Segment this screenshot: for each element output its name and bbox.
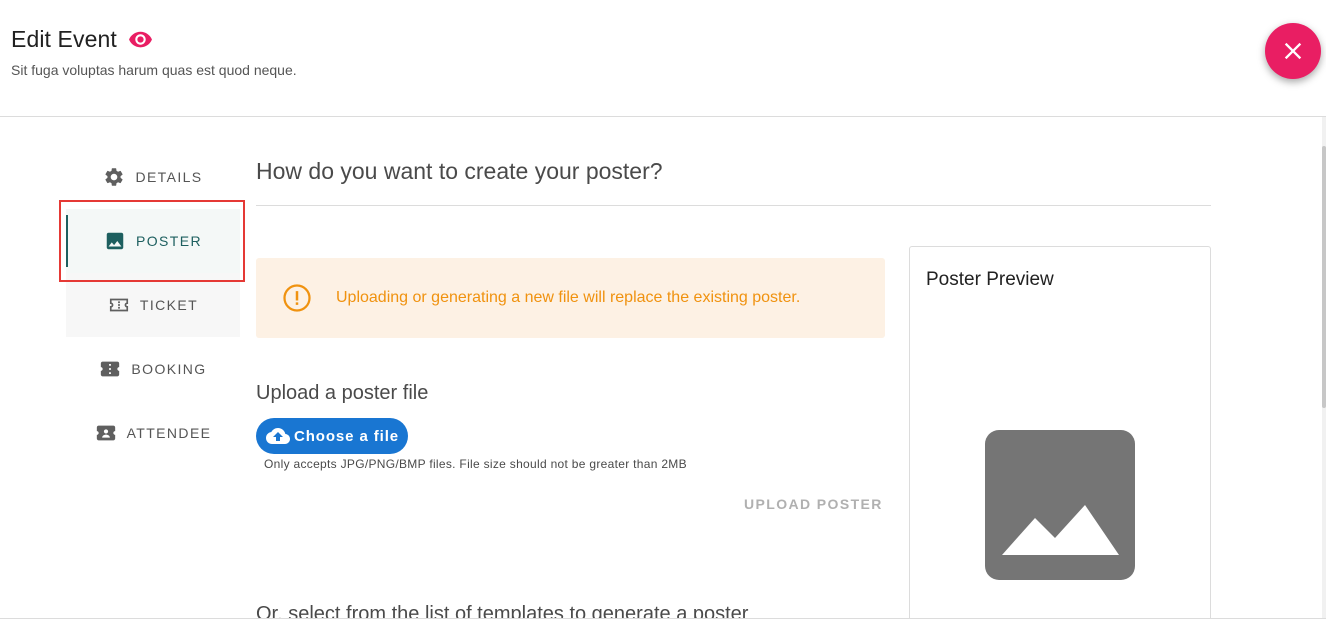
sidebar-item-label: BOOKING [131,361,207,377]
attendee-icon [95,422,117,444]
close-button[interactable] [1265,23,1321,79]
choose-file-button[interactable]: Choose a file [256,418,408,454]
sidebar-item-label: DETAILS [135,169,203,185]
scrollbar-thumb[interactable] [1322,146,1326,408]
upload-poster-button[interactable]: UPLOAD POSTER [744,496,883,512]
booking-icon [99,358,121,380]
section-heading: How do you want to create your poster? [256,158,663,184]
sidebar-item-details[interactable]: DETAILS [66,145,240,209]
gear-icon [103,166,125,188]
choose-file-label: Choose a file [294,427,400,445]
cloud-upload-icon [266,424,290,448]
sidebar-item-attendee[interactable]: ATTENDEE [66,401,240,465]
sidebar-item-ticket[interactable]: TICKET [66,273,240,337]
image-placeholder-icon [985,430,1135,580]
sidebar-item-label: ATTENDEE [126,425,212,441]
ticket-icon [108,294,130,316]
divider [256,205,1211,206]
page-header: Edit Event Sit fuga voluptas harum quas … [0,0,1326,117]
close-icon [1279,37,1307,65]
page-title: Edit Event [11,26,117,52]
poster-preview-card: Poster Preview [909,246,1211,642]
warning-icon [282,283,312,313]
page-subtitle: Sit fuga voluptas harum quas est quod ne… [11,62,297,78]
title-row: Edit Event [11,26,153,53]
sidebar-item-booking[interactable]: BOOKING [66,337,240,401]
sidebar-item-label: POSTER [136,233,202,249]
sidebar-item-label: TICKET [139,297,199,313]
warning-text: Uploading or generating a new file will … [336,289,801,306]
warning-alert: Uploading or generating a new file will … [256,258,885,338]
eye-icon[interactable] [128,27,153,52]
sidebar-item-poster[interactable]: POSTER [66,209,240,273]
file-hint: Only accepts JPG/PNG/BMP files. File siz… [264,457,687,471]
bottom-bar [0,618,1326,642]
upload-heading: Upload a poster file [256,382,429,404]
sidebar-nav: DETAILS POSTER TICKET BOOKING ATTENDEE [66,145,240,465]
preview-title: Poster Preview [926,269,1054,290]
image-icon [104,230,126,252]
